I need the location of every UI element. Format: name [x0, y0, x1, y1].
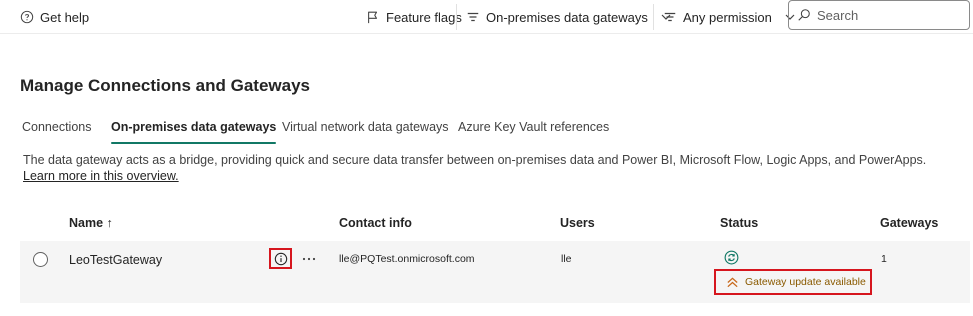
column-header-name[interactable]: Name ↑: [69, 216, 113, 230]
feature-flags-label: Feature flags: [386, 9, 462, 25]
learn-more-link[interactable]: Learn more in this overview.: [23, 169, 179, 183]
flag-icon: [368, 11, 378, 24]
get-help-label: Get help: [40, 9, 90, 25]
users-value: lle: [561, 253, 572, 265]
search-box[interactable]: [788, 0, 970, 30]
contact-info-value: lle@PQTest.onmicrosoft.com: [339, 253, 475, 265]
tab-connections[interactable]: Connections: [14, 116, 100, 140]
page-title: Manage Connections and Gateways: [20, 76, 311, 95]
gateway-name: LeoTestGateway: [69, 253, 163, 267]
more-options-button[interactable]: [302, 249, 316, 265]
info-icon: [274, 252, 287, 265]
row-select-radio[interactable]: [33, 252, 48, 267]
sync-icon: [724, 250, 739, 265]
column-header-status[interactable]: Status: [720, 216, 758, 230]
toolbar-divider: [653, 4, 654, 30]
search-icon: [798, 9, 810, 21]
gateway-type-dropdown[interactable]: On-premises data gateways: [466, 6, 672, 28]
description-body: The data gateway acts as a bridge, provi…: [23, 153, 927, 167]
ellipsis-icon: [302, 257, 316, 261]
gateway-update-available-link[interactable]: Gateway update available: [714, 269, 872, 295]
get-help-button[interactable]: Get help: [20, 8, 89, 26]
info-button[interactable]: [269, 248, 292, 269]
double-chevron-up-icon: [727, 276, 738, 287]
tab-on-premises-data-gateways[interactable]: On-premises data gateways: [103, 116, 284, 144]
gateway-update-label: Gateway update available: [745, 276, 866, 288]
tab-azure-key-vault-references[interactable]: Azure Key Vault references: [450, 116, 617, 140]
column-header-users[interactable]: Users: [560, 216, 595, 230]
gateways-count: 1: [881, 253, 887, 265]
tab-virtual-network-data-gateways[interactable]: Virtual network data gateways: [274, 116, 457, 140]
filter-lines-icon: [467, 12, 479, 22]
column-header-gateways[interactable]: Gateways: [880, 216, 938, 230]
permission-dropdown[interactable]: Any permission: [663, 6, 796, 28]
feature-flags-button[interactable]: Feature flags: [366, 6, 462, 28]
filter-lines-icon: [664, 12, 676, 22]
description-text: The data gateway acts as a bridge, provi…: [23, 152, 943, 184]
gateway-type-value: On-premises data gateways: [486, 9, 648, 25]
question-circle-icon: [20, 10, 34, 24]
column-header-contact-info[interactable]: Contact info: [339, 216, 412, 230]
toolbar-divider: [456, 4, 457, 30]
search-input[interactable]: [817, 7, 957, 23]
permission-value: Any permission: [683, 9, 772, 25]
top-toolbar: Get help Feature flags On-premises data …: [0, 0, 973, 34]
